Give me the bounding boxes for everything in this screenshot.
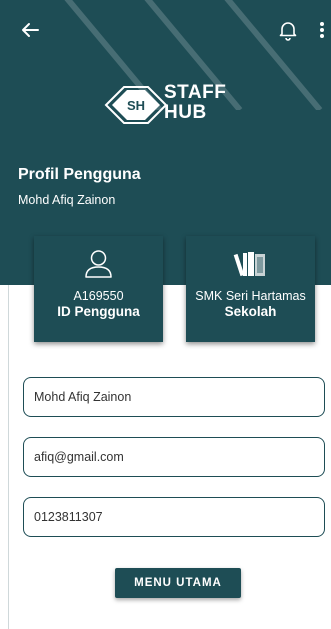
email-field[interactable] xyxy=(23,437,325,477)
school-label: Sekolah xyxy=(224,304,277,319)
more-vertical-icon[interactable] xyxy=(316,18,328,42)
user-id-value: A169550 xyxy=(73,289,124,303)
logo-line-1: STAFF xyxy=(164,82,227,103)
user-id-label: ID Pengguna xyxy=(57,304,140,319)
main-menu-button[interactable]: MENU UTAMA xyxy=(115,568,241,598)
logo-text: STAFF HUB xyxy=(164,83,226,123)
logo-line-2: HUB xyxy=(164,102,207,123)
page-subtitle: Mohd Afiq Zainon xyxy=(18,193,116,207)
left-edge-line xyxy=(8,285,9,629)
bell-icon[interactable] xyxy=(276,18,300,42)
user-id-card: A169550 ID Pengguna xyxy=(34,236,163,342)
user-icon xyxy=(85,250,112,278)
name-field[interactable] xyxy=(23,377,325,417)
logo-initials: SH xyxy=(127,98,145,113)
books-icon xyxy=(233,252,265,277)
back-arrow-icon[interactable] xyxy=(18,18,42,42)
school-value: SMK Seri Hartamas xyxy=(195,289,306,303)
phone-field[interactable] xyxy=(23,497,325,537)
page-title: Profil Pengguna xyxy=(18,166,141,183)
school-card: SMK Seri Hartamas Sekolah xyxy=(186,236,315,342)
